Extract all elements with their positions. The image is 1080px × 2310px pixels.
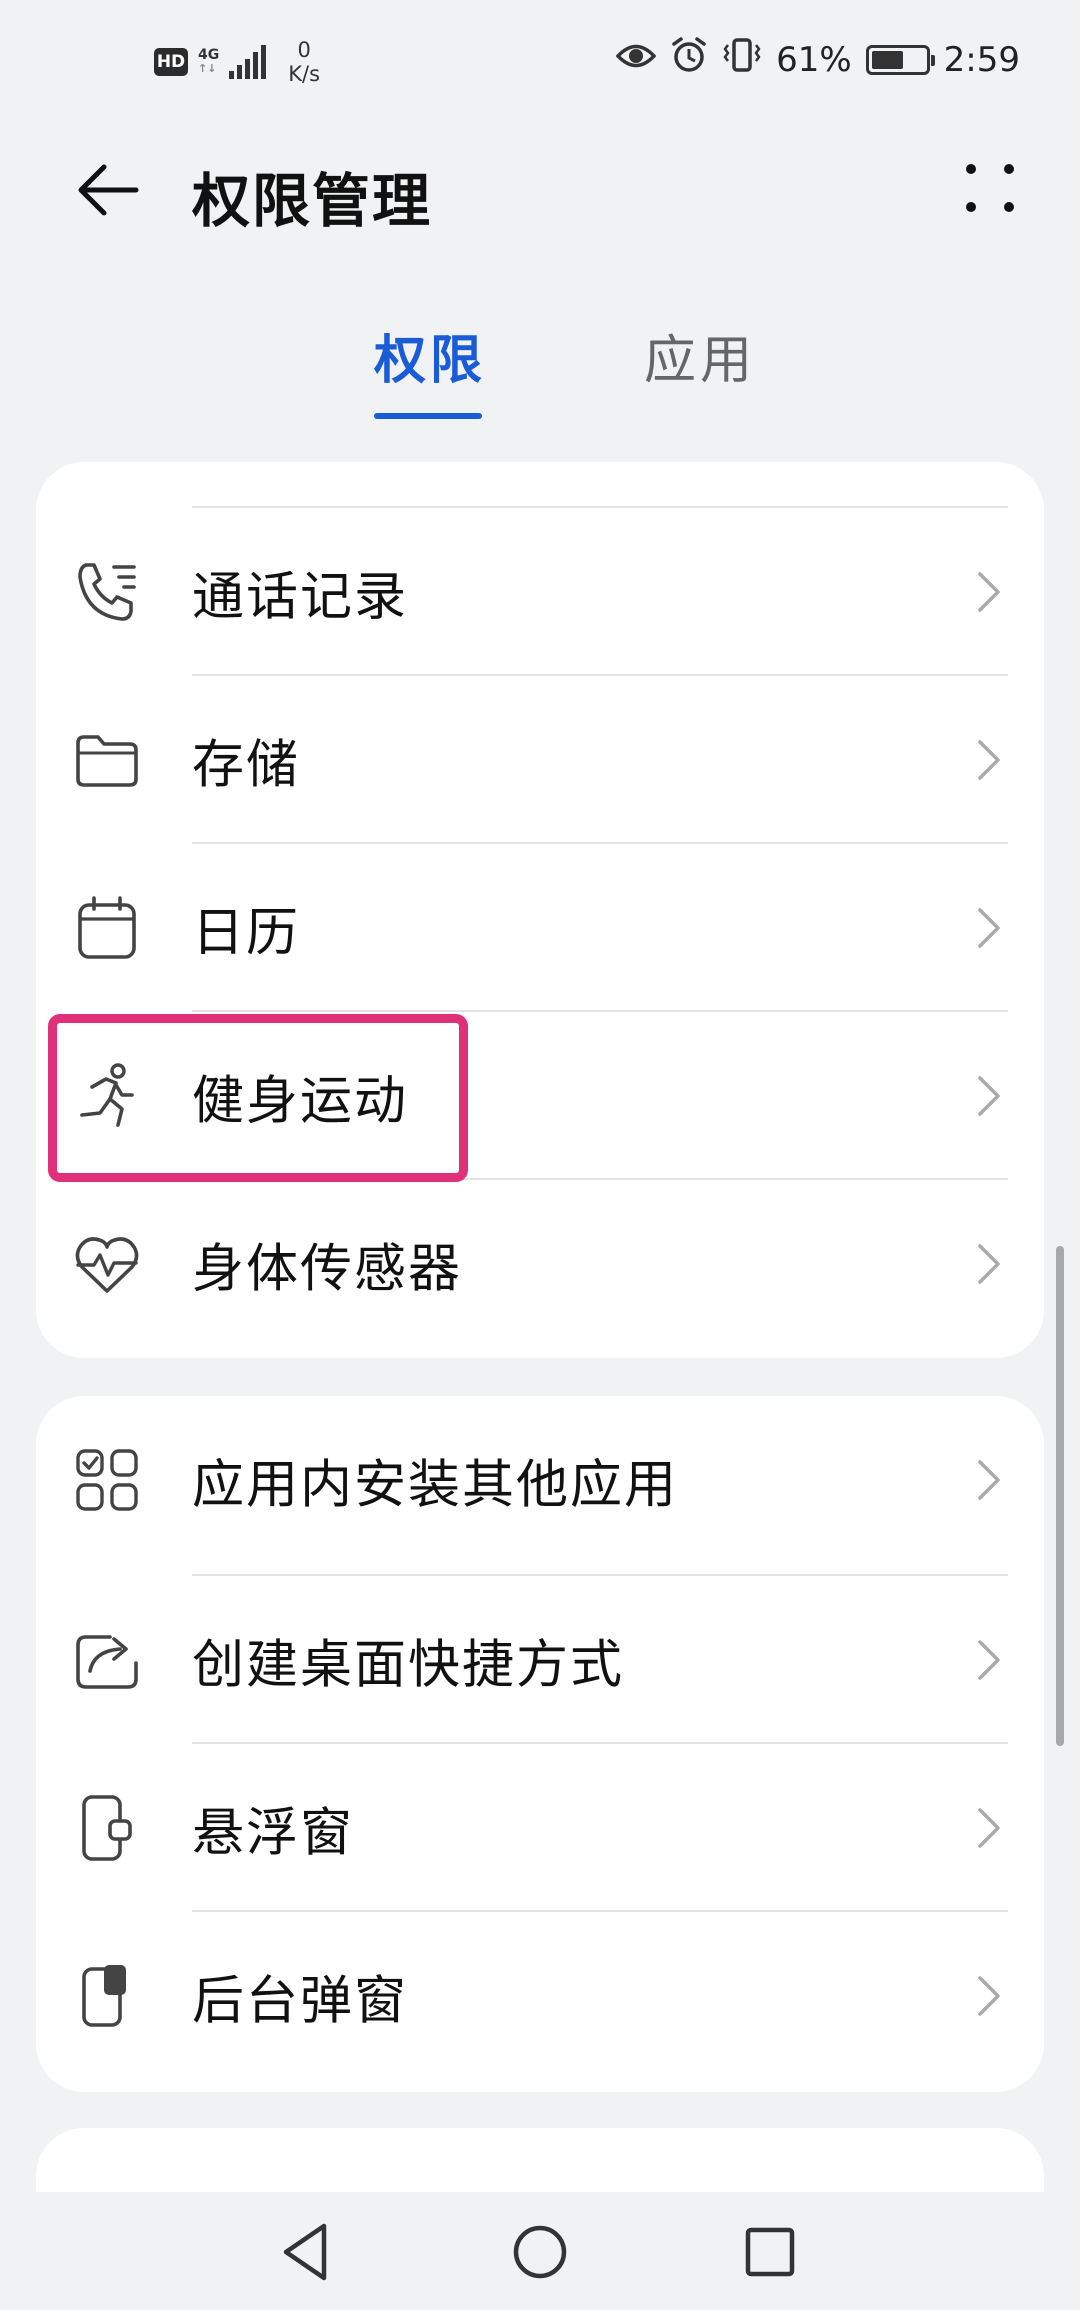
- highlight-box: [48, 1014, 468, 1182]
- list-item-call-log[interactable]: 通话记录: [36, 508, 1044, 676]
- chevron-right-icon: [974, 737, 1004, 783]
- chevron-right-icon: [974, 1073, 1004, 1119]
- tab-apps[interactable]: 应用: [644, 318, 756, 393]
- chevron-right-icon: [974, 1241, 1004, 1287]
- net-speed-value: 0: [297, 38, 311, 62]
- arrow-left-icon: [78, 164, 139, 216]
- alarm-icon: [670, 36, 708, 83]
- clock-time: 2:59: [943, 39, 1020, 80]
- status-left: HD 4G ↑↓ 0 K/s: [154, 38, 320, 86]
- network-label: 4G: [198, 47, 220, 63]
- list-item-label: 日历: [192, 903, 301, 964]
- special-access-card: 应用内安装其他应用 创建桌面快捷方式 悬浮窗 后台弹窗: [36, 1396, 1044, 2092]
- more-dot: [1004, 202, 1014, 212]
- battery-icon: [865, 44, 935, 75]
- network-arrows: ↑↓: [198, 62, 217, 75]
- more-dots-icon: [966, 164, 976, 174]
- app-grid-icon: [72, 1445, 142, 1515]
- chevron-right-icon: [974, 1637, 1004, 1683]
- tab-bar: 权限 应用: [0, 318, 1080, 419]
- navigation-bar: [0, 2192, 1080, 2310]
- network-type: 4G ↑↓: [198, 48, 219, 76]
- list-item-body-sensors[interactable]: 身体传感器: [36, 1180, 1044, 1348]
- header: 权限管理: [0, 130, 1080, 250]
- more-button[interactable]: [960, 158, 1030, 228]
- vibrate-icon: [722, 37, 762, 82]
- list-item-storage[interactable]: 存储: [36, 676, 1044, 844]
- nav-recent-button[interactable]: [730, 2212, 810, 2292]
- more-dot: [966, 202, 976, 212]
- more-dot: [1004, 164, 1014, 174]
- battery-fill: [871, 50, 904, 69]
- heart-rate-icon: [72, 1229, 142, 1299]
- eye-icon: [615, 40, 657, 80]
- nav-recent-icon: [745, 2227, 795, 2277]
- tab-permissions[interactable]: 权限: [374, 318, 486, 419]
- list-item-label: 悬浮窗: [192, 1803, 355, 1864]
- nav-back-icon: [283, 2223, 327, 2281]
- chevron-right-icon: [974, 1973, 1004, 2019]
- battery-percent: 61%: [776, 39, 852, 80]
- call-log-icon: [72, 557, 142, 627]
- list-item-desktop-shortcut[interactable]: 创建桌面快捷方式: [36, 1576, 1044, 1744]
- share-shortcut-icon: [72, 1625, 142, 1695]
- page-title: 权限管理: [192, 167, 433, 235]
- list-item-label: 应用内安装其他应用: [192, 1455, 679, 1516]
- scrollbar[interactable]: [1056, 1246, 1064, 1746]
- nav-back-button[interactable]: [268, 2212, 348, 2292]
- net-speed-unit: K/s: [288, 62, 321, 86]
- hd-badge: HD: [154, 48, 188, 76]
- chevron-right-icon: [974, 1457, 1004, 1503]
- nav-home-icon: [513, 2225, 567, 2279]
- list-item-install-apps[interactable]: 应用内安装其他应用: [36, 1396, 1044, 1564]
- net-speed: 0 K/s: [288, 38, 320, 86]
- calendar-icon: [72, 893, 142, 963]
- floating-window-icon: [72, 1793, 142, 1863]
- chevron-right-icon: [974, 1805, 1004, 1851]
- nav-home-button[interactable]: [500, 2212, 580, 2292]
- list-item-label: 后台弹窗: [192, 1971, 409, 2032]
- list-item-floating-window[interactable]: 悬浮窗: [36, 1744, 1044, 1912]
- background-popup-icon: [72, 1961, 142, 2031]
- list-item-label: 身体传感器: [192, 1239, 463, 1300]
- list-item-label: 通话记录: [192, 567, 409, 628]
- list-item-label: 存储: [192, 735, 301, 796]
- signal-icon: [229, 45, 267, 79]
- status-bar: HD 4G ↑↓ 0 K/s 61% 2:59: [0, 0, 1080, 120]
- chevron-right-icon: [974, 905, 1004, 951]
- permissions-card: 通话记录 存储 日历 健身运动 身体传感器: [36, 462, 1044, 1358]
- list-item-background-popup[interactable]: 后台弹窗: [36, 1912, 1044, 2080]
- chevron-right-icon: [974, 569, 1004, 615]
- status-right: 61% 2:59: [615, 36, 1020, 83]
- list-item-calendar[interactable]: 日历: [36, 844, 1044, 1012]
- list-item-label: 创建桌面快捷方式: [192, 1635, 625, 1696]
- folder-icon: [72, 725, 142, 795]
- back-button[interactable]: [70, 152, 146, 228]
